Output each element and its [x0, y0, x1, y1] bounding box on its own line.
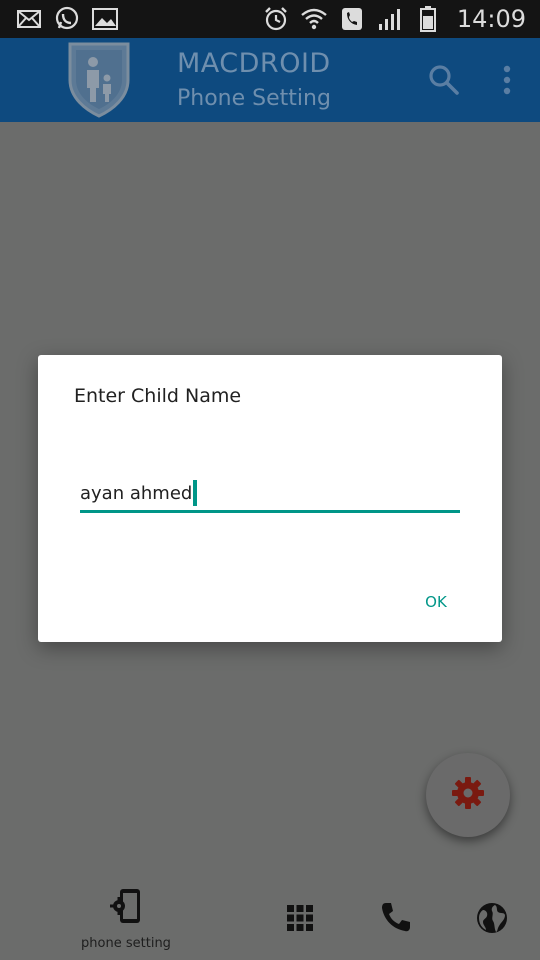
battery-icon — [415, 6, 441, 32]
ok-button[interactable]: OK — [412, 587, 460, 617]
shield-family-icon — [66, 40, 132, 118]
child-name-dialog: Enter Child Name ayan ahmed OK — [38, 355, 502, 642]
gear-icon — [451, 776, 485, 814]
status-bar: 14:09 — [0, 0, 540, 38]
globe-icon[interactable] — [474, 900, 510, 936]
call-icon — [339, 7, 365, 31]
app-title: MACDROID — [177, 48, 331, 79]
input-text: ayan ahmed — [80, 482, 193, 504]
search-icon[interactable] — [426, 62, 462, 98]
screen: 14:09 MACDROID Phone Setting Enter Child… — [0, 0, 540, 960]
settings-fab[interactable] — [426, 753, 510, 837]
app-bar: MACDROID Phone Setting — [0, 38, 540, 122]
image-icon — [92, 7, 118, 31]
dialog-title: Enter Child Name — [74, 385, 242, 407]
mail-icon — [16, 7, 42, 31]
status-bar-system: 14:09 — [263, 5, 526, 33]
phone-settings-icon — [110, 888, 142, 928]
app-subtitle: Phone Setting — [177, 86, 331, 111]
status-time: 14:09 — [456, 5, 526, 33]
text-cursor — [193, 480, 198, 506]
nav-phone-setting[interactable]: phone setting — [78, 888, 174, 951]
alarm-icon — [263, 7, 289, 31]
whatsapp-icon — [54, 6, 80, 31]
phone-icon[interactable] — [379, 900, 413, 934]
nav-phone-setting-label: phone setting — [81, 936, 171, 951]
more-vert-icon[interactable] — [494, 62, 520, 98]
signal-icon — [377, 7, 403, 31]
apps-grid-icon[interactable] — [284, 902, 316, 934]
status-bar-notifications — [16, 6, 118, 31]
child-name-input[interactable]: ayan ahmed — [80, 479, 460, 513]
wifi-icon — [301, 7, 327, 31]
child-name-input-value[interactable]: ayan ahmed — [80, 479, 198, 507]
bottom-navigation: phone setting — [0, 878, 540, 960]
